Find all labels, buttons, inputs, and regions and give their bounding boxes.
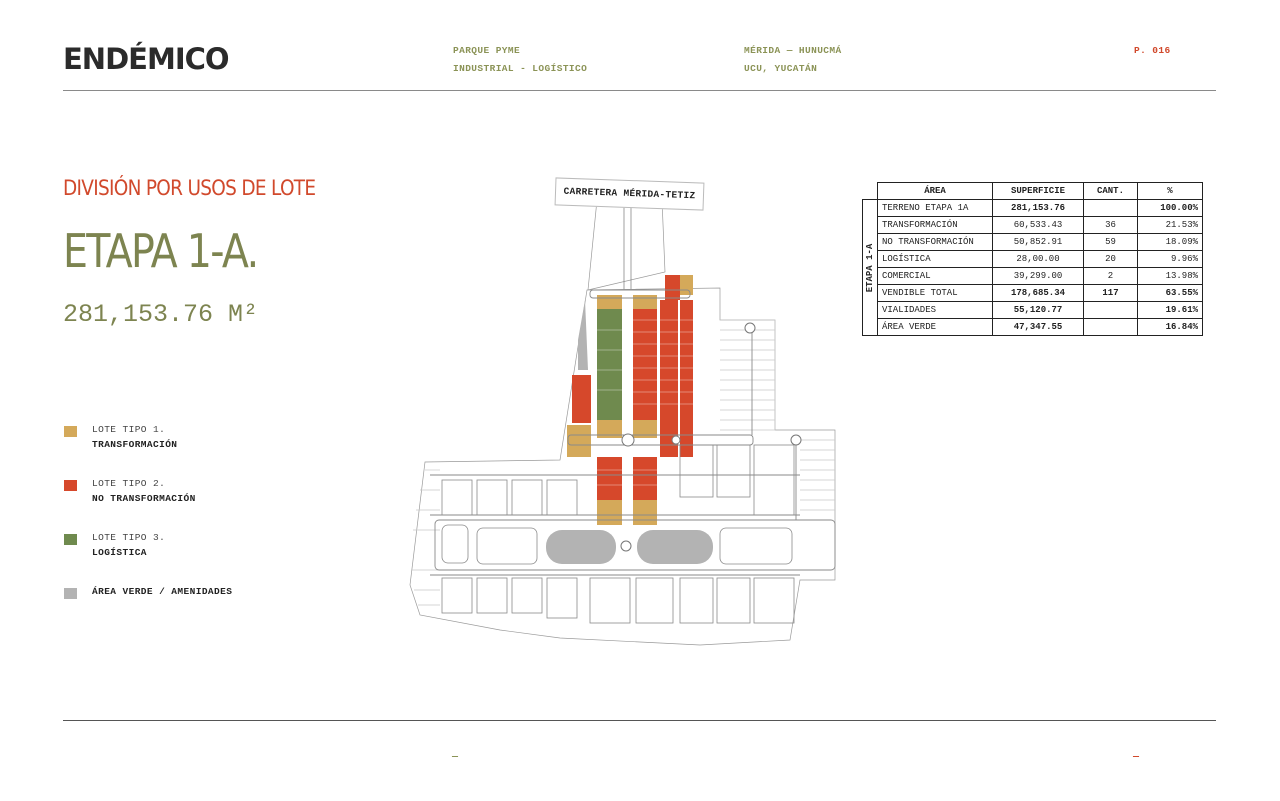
cell-area: COMERCIAL bbox=[877, 267, 993, 285]
cell-superficie: 39,299.00 bbox=[992, 267, 1084, 285]
site-plan bbox=[409, 199, 836, 646]
site-boundary bbox=[409, 287, 836, 646]
table-row: NO TRANSFORMACIÓN 50,852.91 59 18.09% bbox=[863, 233, 1203, 251]
cell-pct: 13.98% bbox=[1137, 267, 1203, 285]
cell-pct: 16.84% bbox=[1137, 318, 1203, 336]
footer-divider bbox=[63, 720, 1216, 721]
road-label: CARRETERA MÉRIDA-TETIZ bbox=[554, 177, 705, 211]
access-road bbox=[587, 199, 666, 291]
cell-superficie: 178,685.34 bbox=[992, 284, 1084, 302]
table-row: COMERCIAL 39,299.00 2 13.98% bbox=[863, 267, 1203, 285]
cell-cant: 117 bbox=[1083, 284, 1138, 302]
section-title: DIVISIÓN POR USOS DE LOTE bbox=[63, 176, 316, 200]
cell-cant: 20 bbox=[1083, 250, 1138, 268]
cell-area: TERRENO ETAPA 1A bbox=[877, 199, 993, 217]
cell-superficie: 50,852.91 bbox=[992, 233, 1084, 251]
legend-desc: LOGÍSTICA bbox=[92, 547, 147, 558]
cell-pct: 9.96% bbox=[1137, 250, 1203, 268]
cell-superficie: 60,533.43 bbox=[992, 216, 1084, 234]
cell-cant: 2 bbox=[1083, 267, 1138, 285]
table-row: VIALIDADES 55,120.77 19.61% bbox=[863, 301, 1203, 319]
project-line-2: INDUSTRIAL - LOGÍSTICO bbox=[453, 63, 588, 74]
page-number: P. 016 bbox=[1134, 45, 1171, 56]
cell-cant: 36 bbox=[1083, 216, 1138, 234]
header-cant: CANT. bbox=[1083, 182, 1138, 200]
cell-pct: 100.00% bbox=[1137, 199, 1203, 217]
header-pct: % bbox=[1137, 182, 1203, 200]
area-table: ÁREA SUPERFICIE CANT. % ETAPA 1-A TERREN… bbox=[862, 182, 1203, 336]
legend-name: LOTE TIPO 1. bbox=[92, 424, 166, 435]
legend-desc: NO TRANSFORMACIÓN bbox=[92, 493, 196, 504]
cell-cant bbox=[1083, 301, 1138, 319]
table-row: VENDIBLE TOTAL 178,685.34 117 63.55% bbox=[863, 284, 1203, 302]
legend-name: LOTE TIPO 2. bbox=[92, 478, 166, 489]
location-line-2: UCU, YUCATÁN bbox=[744, 63, 818, 74]
endemico-logo: ENDÉMICO bbox=[63, 42, 230, 76]
cell-area: VENDIBLE TOTAL bbox=[877, 284, 993, 302]
stage-area: 281,153.76 M² bbox=[63, 300, 259, 329]
table-row: ÁREA VERDE 47,347.55 16.84% bbox=[863, 318, 1203, 336]
table-row: ETAPA 1-A TERRENO ETAPA 1A 281,153.76 10… bbox=[862, 199, 1203, 336]
legend-swatch bbox=[64, 426, 77, 437]
legend-desc: TRANSFORMACIÓN bbox=[92, 439, 178, 450]
row-group-label: ETAPA 1-A bbox=[862, 199, 878, 336]
cell-superficie: 47,347.55 bbox=[992, 318, 1084, 336]
header-superficie: SUPERFICIE bbox=[992, 182, 1084, 200]
cell-area: ÁREA VERDE bbox=[877, 318, 993, 336]
table-row: TRANSFORMACIÓN 60,533.43 36 21.53% bbox=[863, 216, 1203, 234]
lots-logistica bbox=[597, 309, 622, 420]
table-header-row: ÁREA SUPERFICIE CANT. % bbox=[863, 182, 1203, 200]
table-corner bbox=[863, 183, 878, 200]
legend-desc: ÁREA VERDE / AMENIDADES bbox=[92, 586, 233, 597]
cell-superficie: 55,120.77 bbox=[992, 301, 1084, 319]
cell-pct: 63.55% bbox=[1137, 284, 1203, 302]
legend-swatch bbox=[64, 534, 77, 545]
cell-superficie: 28,00.00 bbox=[992, 250, 1084, 268]
cell-pct: 19.61% bbox=[1137, 301, 1203, 319]
header-area: ÁREA bbox=[877, 182, 993, 200]
cell-area: VIALIDADES bbox=[877, 301, 993, 319]
cell-area: LOGÍSTICA bbox=[877, 250, 993, 268]
cell-cant bbox=[1083, 199, 1138, 217]
cell-pct: 21.53% bbox=[1137, 216, 1203, 234]
legend-swatch bbox=[64, 588, 77, 599]
legend-name: LOTE TIPO 3. bbox=[92, 532, 166, 543]
footer-right-mark: — bbox=[1133, 752, 1140, 763]
cell-area: TRANSFORMACIÓN bbox=[877, 216, 993, 234]
location-line-1: MÉRIDA — HUNUCMÁ bbox=[744, 45, 842, 56]
stage-title: ETAPA 1-A. bbox=[63, 224, 259, 278]
header-divider bbox=[63, 90, 1216, 91]
table-row: LOGÍSTICA 28,00.00 20 9.96% bbox=[863, 250, 1203, 268]
row-group-text: ETAPA 1-A bbox=[865, 243, 875, 292]
cell-cant bbox=[1083, 318, 1138, 336]
legend-swatch bbox=[64, 480, 77, 491]
cell-cant: 59 bbox=[1083, 233, 1138, 251]
cell-superficie: 281,153.76 bbox=[992, 199, 1084, 217]
cell-pct: 18.09% bbox=[1137, 233, 1203, 251]
project-name: PARQUE PYME INDUSTRIAL - LOGÍSTICO bbox=[453, 42, 587, 78]
location: MÉRIDA — HUNUCMÁ UCU, YUCATÁN bbox=[744, 42, 842, 78]
footer-left-mark: — bbox=[452, 752, 459, 763]
project-line-1: PARQUE PYME bbox=[453, 45, 521, 56]
cell-area: NO TRANSFORMACIÓN bbox=[877, 233, 993, 251]
